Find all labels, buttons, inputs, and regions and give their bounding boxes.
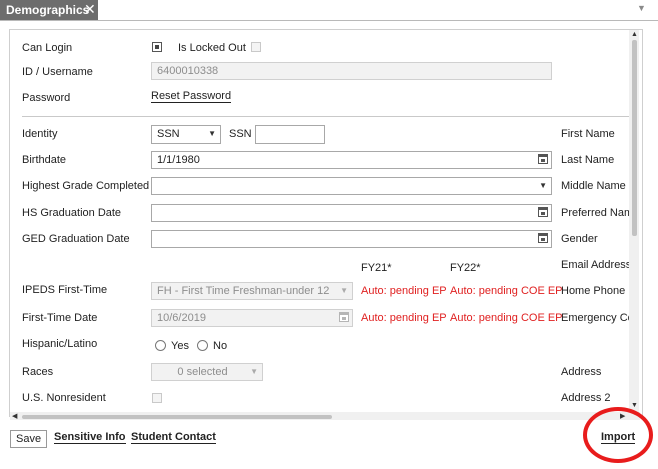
ssn-label: SSN (229, 128, 252, 140)
password-label: Password (22, 92, 71, 104)
chevron-down-icon: ▼ (340, 286, 348, 295)
fy21-header: FY21* (361, 262, 392, 274)
first-time-date-fy21-status: Auto: pending EP (361, 312, 447, 324)
identity-label: Identity (22, 128, 58, 140)
tab-demographics[interactable]: Demographics ✕ (0, 0, 98, 20)
scroll-down-icon[interactable]: ▼ (631, 402, 638, 409)
races-multiselect[interactable]: 0 selected ▼ (151, 363, 263, 381)
chevron-down-icon: ▼ (208, 129, 216, 138)
first-name-label: First Name (561, 128, 615, 140)
preferred-name-label: Preferred Nam (561, 207, 629, 219)
contact-column: First Name Last Name Middle Name Preferr… (561, 120, 629, 412)
gender-label: Gender (561, 233, 598, 245)
birthdate-input[interactable]: 1/1/1980 (151, 151, 552, 169)
identity-value: SSN (157, 128, 180, 140)
ged-graduation-input[interactable] (151, 230, 552, 248)
ipeds-first-time-value: FH - First Time Freshman-under 12 (157, 285, 330, 297)
calendar-icon (339, 312, 349, 322)
scroll-up-icon[interactable]: ▲ (631, 31, 638, 38)
chevron-down-icon: ▼ (250, 367, 258, 376)
birthdate-value: 1/1/1980 (157, 154, 200, 166)
birthdate-label: Birthdate (22, 154, 67, 166)
sensitive-info-link[interactable]: Sensitive Info (54, 431, 126, 444)
id-username-label: ID / Username (22, 66, 93, 78)
chevron-down-icon: ▼ (539, 181, 547, 190)
middle-name-label: Middle Name (561, 180, 626, 192)
home-phone-label: Home Phone (561, 285, 626, 297)
emergency-contact-label: Emergency Cor (561, 312, 629, 324)
calendar-icon[interactable] (538, 233, 548, 243)
hs-graduation-input[interactable] (151, 204, 552, 222)
address-label: Address (561, 366, 602, 378)
us-nonresident-label: U.S. Nonresident (22, 392, 106, 404)
demographics-panel (9, 29, 643, 417)
first-time-date-fy22-status: Auto: pending COE EP (450, 312, 563, 324)
is-locked-out-label: Is Locked Out (178, 42, 246, 54)
section-divider (22, 116, 629, 117)
us-nonresident-checkbox[interactable] (152, 393, 162, 403)
hs-graduation-label: HS Graduation Date (22, 207, 122, 219)
races-label: Races (22, 366, 54, 378)
address-2-label: Address 2 (561, 392, 611, 404)
fy22-header: FY22* (450, 262, 481, 274)
hispanic-no-radio[interactable] (197, 340, 208, 351)
horizontal-scroll-thumb[interactable] (22, 415, 332, 419)
hispanic-yes-label[interactable]: Yes (171, 340, 189, 352)
ipeds-first-time-label: IPEDS First-Time (22, 284, 108, 296)
first-time-date-label: First-Time Date (22, 312, 98, 324)
hispanic-yes-radio[interactable] (155, 340, 166, 351)
vertical-scroll-thumb[interactable] (632, 40, 637, 236)
hispanic-no-label[interactable]: No (213, 340, 227, 352)
close-icon[interactable]: ✕ (84, 1, 96, 18)
ssn-input[interactable] (255, 125, 325, 144)
tab-dropdown-icon[interactable]: ▼ (637, 3, 646, 13)
ged-graduation-label: GED Graduation Date (22, 233, 130, 245)
scroll-left-icon[interactable]: ◀ (12, 412, 17, 420)
tab-label: Demographics (6, 3, 90, 17)
is-locked-out-checkbox[interactable] (251, 42, 261, 52)
first-time-date-value: 10/6/2019 (157, 312, 206, 324)
races-value: 0 selected (177, 366, 228, 378)
can-login-label: Can Login (22, 42, 73, 54)
reset-password-link[interactable]: Reset Password (151, 90, 232, 103)
tab-strip (0, 0, 658, 21)
ipeds-first-time-select: FH - First Time Freshman-under 12 ▼ (151, 282, 353, 300)
save-button[interactable]: Save (10, 430, 48, 448)
ipeds-fy21-status: Auto: pending EP (361, 285, 447, 297)
ipeds-fy22-status: Auto: pending COE EP (450, 285, 563, 297)
first-time-date-input: 10/6/2019 (151, 309, 353, 327)
calendar-icon[interactable] (538, 154, 548, 164)
last-name-label: Last Name (561, 154, 615, 166)
highest-grade-select[interactable]: ▼ (151, 177, 552, 195)
calendar-icon[interactable] (538, 207, 548, 217)
id-username-field[interactable]: 6400010338 (151, 62, 552, 80)
can-login-checkbox[interactable] (152, 42, 162, 52)
student-contact-link[interactable]: Student Contact (131, 431, 216, 444)
identity-select[interactable]: SSN ▼ (151, 125, 221, 144)
hispanic-latino-label: Hispanic/Latino (22, 338, 98, 350)
email-address-label: Email Address (561, 259, 629, 271)
highlight-circle (583, 407, 653, 463)
highest-grade-label: Highest Grade Completed (22, 180, 150, 192)
